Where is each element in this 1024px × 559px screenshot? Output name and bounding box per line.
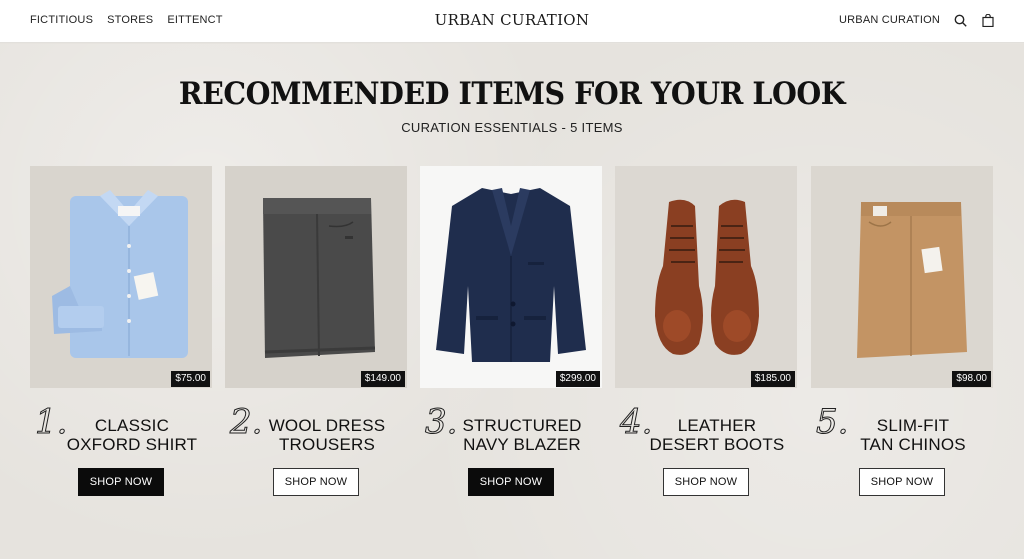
product-image-navy-blazer[interactable]: $299.00 (420, 166, 602, 388)
shop-now-button[interactable]: SHOP NOW (78, 468, 164, 496)
product-name[interactable]: SLIM-FIT TAN CHINOS (839, 416, 987, 454)
recommendations-section: RECOMMENDED ITEMS FOR YOUR LOOK CURATION… (0, 44, 1024, 559)
product-name-line1: STRUCTURED (462, 416, 582, 435)
page-title: RECOMMENDED ITEMS FOR YOUR LOOK (178, 76, 846, 112)
account-link[interactable]: URBAN CURATION (839, 14, 940, 26)
product-name-line1: SLIM-FIT (876, 416, 950, 435)
price-tag: $185.00 (750, 371, 795, 387)
product-card: $185.00 4. LEATHER DESERT BOOTS SHOP NOW (615, 166, 797, 496)
shop-now-button[interactable]: SHOP NOW (859, 468, 945, 496)
page-subtitle: CURATION ESSENTIALS - 5 ITEMS (401, 120, 623, 135)
brand-logo[interactable]: URBAN CURATION (435, 11, 590, 29)
product-card: $75.00 1. CLASSIC OXFORD SHIRT SHOP NOW (30, 166, 212, 496)
product-card: $299.00 3. STRUCTURED NAVY BLAZER SHOP N… (420, 166, 602, 496)
search-icon[interactable] (952, 12, 968, 28)
product-image-desert-boots[interactable]: $185.00 (615, 166, 797, 388)
shop-now-button[interactable]: SHOP NOW (468, 468, 554, 496)
product-name[interactable]: WOOL DRESS TROUSERS (253, 416, 401, 454)
product-name-line2: OXFORD SHIRT (66, 435, 198, 454)
price-tag: $299.00 (555, 371, 600, 387)
product-image-wool-trousers[interactable]: $149.00 (225, 166, 407, 388)
product-name[interactable]: LEATHER DESERT BOOTS (643, 416, 791, 454)
product-name-line1: LEATHER (677, 416, 757, 435)
nav-link-fictitious[interactable]: FICTITIOUS (30, 14, 93, 26)
product-name[interactable]: CLASSIC OXFORD SHIRT (58, 416, 206, 454)
product-name-line2: DESERT BOOTS (649, 435, 785, 454)
price-tag: $149.00 (360, 371, 405, 387)
product-name-line1: WOOL DRESS (268, 416, 386, 435)
product-image-tan-chinos[interactable]: $98.00 (811, 166, 993, 388)
product-image-oxford-shirt[interactable]: $75.00 (30, 166, 212, 388)
product-name-line2: TAN CHINOS (860, 435, 966, 454)
shopping-bag-icon[interactable] (980, 12, 996, 28)
product-card: $98.00 5. SLIM-FIT TAN CHINOS SHOP NOW (811, 166, 993, 496)
shop-now-button[interactable]: SHOP NOW (273, 468, 359, 496)
header-actions: URBAN CURATION (839, 12, 996, 28)
nav-link-stores[interactable]: STORES (107, 14, 153, 26)
primary-nav: FICTITIOUS STORES EITTENCT (30, 14, 223, 26)
shop-now-button[interactable]: SHOP NOW (663, 468, 749, 496)
nav-link-eittenct[interactable]: EITTENCT (167, 14, 222, 26)
product-name-line2: NAVY BLAZER (463, 435, 581, 454)
top-navigation-bar: FICTITIOUS STORES EITTENCT URBAN CURATIO… (0, 0, 1024, 43)
product-name[interactable]: STRUCTURED NAVY BLAZER (448, 416, 596, 454)
product-name-line2: TROUSERS (278, 435, 376, 454)
product-card: $149.00 2. WOOL DRESS TROUSERS SHOP NOW (225, 166, 407, 496)
product-name-line1: CLASSIC (94, 416, 170, 435)
price-tag: $75.00 (171, 371, 210, 387)
price-tag: $98.00 (952, 371, 991, 387)
